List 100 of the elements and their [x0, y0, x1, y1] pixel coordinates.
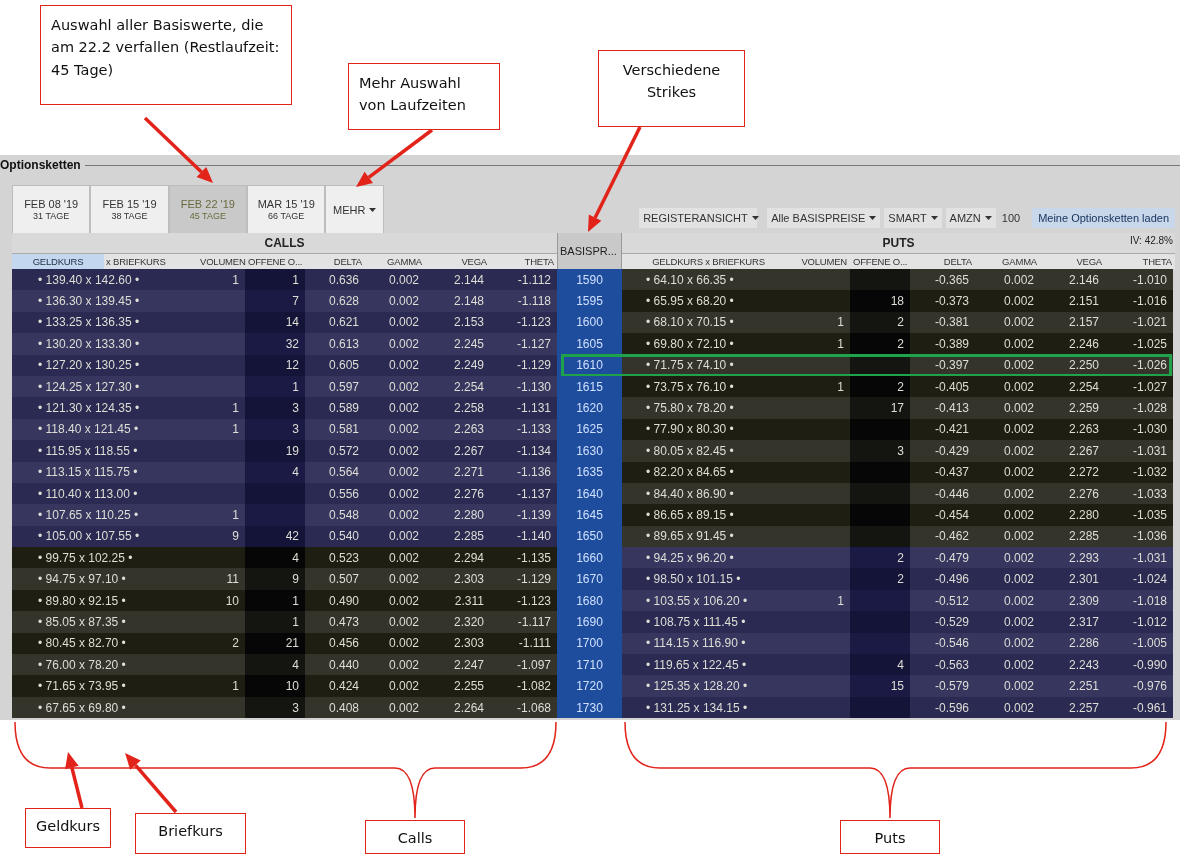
column-header[interactable]: GELDKURS x BRIEFKURS — [622, 254, 795, 269]
table-cell: 0.002 — [365, 397, 425, 419]
column-header[interactable]: VOLUMEN — [200, 254, 245, 269]
table-cell: 0.002 — [975, 482, 1040, 505]
table-cell: -1.117 — [490, 611, 557, 633]
table-cell: 0.424 — [305, 675, 365, 697]
table-cell: 0.002 — [975, 654, 1040, 676]
column-header[interactable]: VEGA — [425, 254, 490, 269]
table-cell: 3 — [245, 696, 305, 719]
table-cell: 2.286 — [1040, 632, 1105, 655]
table-cell: • 82.20 x 84.65 • — [622, 461, 795, 483]
table-cell: 12 — [245, 354, 305, 376]
column-header[interactable]: x BRIEFKURS — [104, 254, 200, 269]
table-cell: 0.002 — [975, 632, 1040, 655]
column-header[interactable]: OFFENE O... — [850, 254, 910, 269]
table-cell: -1.129 — [490, 568, 557, 590]
column-header[interactable]: BASISPR... — [557, 233, 622, 269]
table-cell: 1 — [795, 375, 850, 398]
column-header[interactable]: THETA — [490, 254, 557, 269]
table-cell: -0.496 — [910, 568, 975, 590]
dropdown[interactable]: AMZN — [945, 208, 996, 228]
table-cell: 1 — [200, 675, 245, 697]
dropdown[interactable]: SMART — [884, 208, 942, 228]
table-cell: • 131.25 x 134.15 • — [622, 696, 795, 719]
table-cell: -1.112 — [490, 269, 557, 291]
table-cell: 0.456 — [305, 632, 365, 655]
column-header[interactable]: GAMMA — [975, 254, 1040, 269]
column-header[interactable]: VEGA — [1040, 254, 1105, 269]
table-cell: 2.247 — [425, 654, 490, 676]
table-cell: 2.245 — [425, 333, 490, 355]
table-cell: -1.024 — [1105, 568, 1173, 590]
table-cell: 0.540 — [305, 525, 365, 548]
column-header[interactable]: OFFENE O... — [245, 254, 305, 269]
column-header[interactable]: DELTA — [910, 254, 975, 269]
dropdown[interactable]: REGISTERANSICHT — [639, 208, 758, 228]
table-cell: -1.118 — [490, 290, 557, 312]
table-cell: -1.021 — [1105, 311, 1173, 334]
table-cell: 0.581 — [305, 418, 365, 441]
table-cell: 0.002 — [975, 418, 1040, 441]
column-header[interactable]: THETA — [1105, 254, 1175, 269]
table-cell: 0.605 — [305, 354, 365, 376]
table-cell: 2.276 — [425, 482, 490, 505]
column-header[interactable]: VOLUMEN — [795, 254, 850, 269]
table-cell: 0.002 — [975, 611, 1040, 633]
table-cell: -0.961 — [1105, 696, 1173, 719]
callout-note: Auswahl aller Basiswerte, die am 22.2 verfallen (Restlaufzeit: 45 Tage) — [40, 5, 292, 105]
table-cell: 0.523 — [305, 547, 365, 569]
table-cell: • 80.45 x 82.70 • — [12, 632, 200, 655]
table-cell: 0.002 — [365, 589, 425, 612]
expiry-tab[interactable]: FEB 22 '19 45 TAGE — [168, 185, 248, 233]
table-cell: 1 — [245, 375, 305, 398]
table-cell: 2.303 — [425, 632, 490, 655]
column-header[interactable]: GAMMA — [365, 254, 425, 269]
expiry-tab[interactable]: FEB 15 '19 38 TAGE — [90, 185, 169, 233]
table-cell: 0.002 — [365, 290, 425, 312]
table-cell: • 110.40 x 113.00 • — [12, 482, 200, 505]
table-cell: 0.002 — [365, 675, 425, 697]
expiry-tab[interactable]: FEB 08 '19 31 TAGE — [12, 185, 91, 233]
strike-cell: 1590 — [557, 269, 622, 291]
table-cell: 2.272 — [1040, 461, 1105, 483]
table-cell: 0.002 — [975, 696, 1040, 719]
table-cell: 0.002 — [975, 461, 1040, 483]
table-cell: 2 — [200, 632, 245, 655]
dropdown[interactable]: Alle BASISPREISE — [767, 208, 881, 228]
table-cell: -1.005 — [1105, 632, 1173, 655]
column-header[interactable]: DELTA — [305, 254, 365, 269]
table-cell: 0.002 — [365, 375, 425, 398]
table-cell: 0.002 — [365, 504, 425, 526]
calls-title: CALLS — [264, 236, 305, 250]
table-cell: 0.002 — [365, 632, 425, 655]
strike-cell: 1700 — [557, 632, 622, 655]
table-cell: 0.002 — [365, 311, 425, 334]
table-cell: -1.131 — [490, 397, 557, 419]
table-cell: • 125.35 x 128.20 • — [622, 675, 795, 697]
expiry-tab[interactable]: MAR 15 '19 66 TAGE — [247, 185, 326, 233]
table-cell: 0.002 — [365, 547, 425, 569]
table-cell: -0.546 — [910, 632, 975, 655]
table-cell: 0.490 — [305, 589, 365, 612]
strike-cell: 1630 — [557, 440, 622, 462]
table-cell: • 114.15 x 116.90 • — [622, 632, 795, 655]
table-cell: 0.002 — [365, 418, 425, 441]
table-cell: 0.440 — [305, 654, 365, 676]
table-cell: 4 — [245, 461, 305, 483]
table-cell: • 68.10 x 70.15 • — [622, 311, 795, 334]
table-cell: -0.413 — [910, 397, 975, 419]
table-cell: • 107.65 x 110.25 • — [12, 504, 200, 526]
column-header[interactable]: GELDKURS — [12, 254, 104, 269]
table-cell: 0.002 — [975, 440, 1040, 462]
table-cell: • 115.95 x 118.55 • — [12, 440, 200, 462]
table-cell: 0.002 — [975, 504, 1040, 526]
table-cell: 2.285 — [425, 525, 490, 548]
table-cell: • 69.80 x 72.10 • — [622, 333, 795, 355]
table-cell: 2.254 — [1040, 375, 1105, 398]
table-cell: 0.002 — [975, 589, 1040, 612]
load-button[interactable]: Meine Optionsketten laden — [1032, 208, 1175, 228]
table-cell: 2.263 — [1040, 418, 1105, 441]
table-cell: 0.002 — [975, 397, 1040, 419]
table-cell: 2.255 — [425, 675, 490, 697]
more-button[interactable]: MEHR — [325, 185, 385, 233]
strike-cell: 1635 — [557, 461, 622, 483]
